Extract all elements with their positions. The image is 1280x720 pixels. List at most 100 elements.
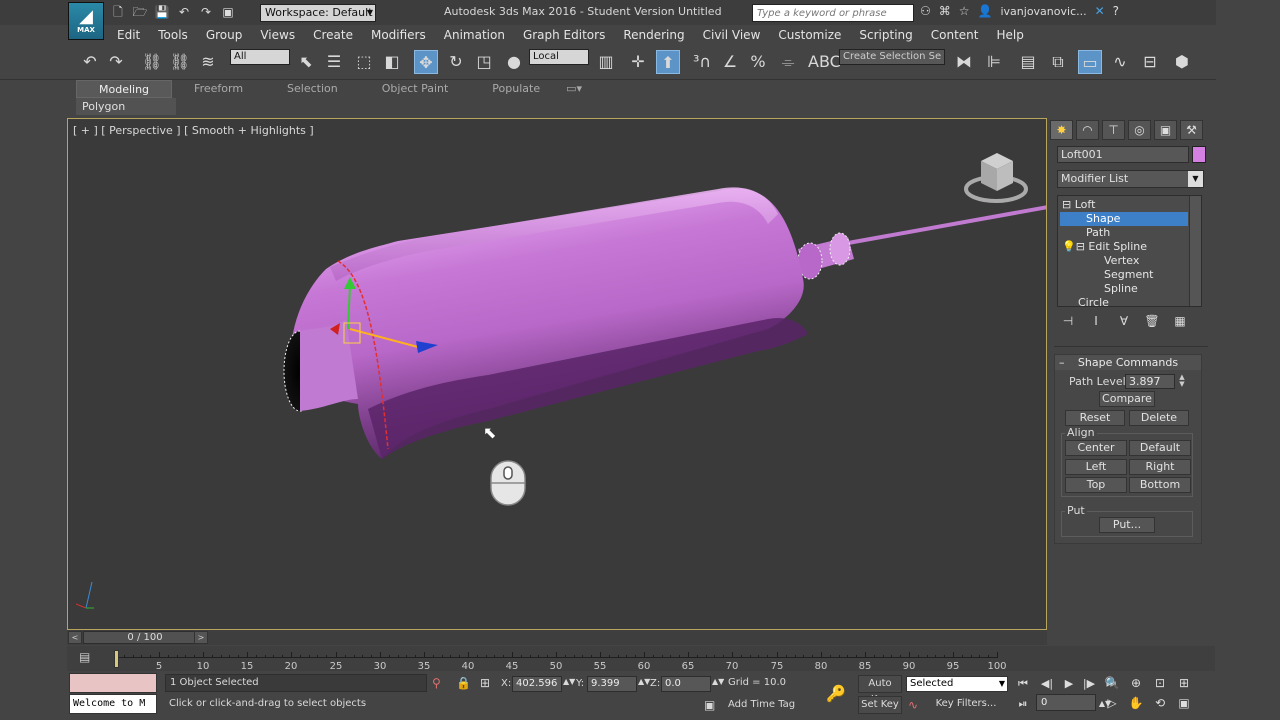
align-left-button[interactable]: Left xyxy=(1065,459,1127,475)
select-by-name-icon[interactable]: ☰ xyxy=(322,50,346,74)
exchange-icon[interactable]: ✕ xyxy=(1095,4,1105,18)
add-time-tag[interactable]: Add Time Tag xyxy=(724,697,814,715)
modifier-list-dropdown[interactable]: Modifier List ▼ xyxy=(1057,170,1204,188)
key-icon[interactable]: 🔑 xyxy=(826,684,846,703)
open-file-icon[interactable]: 🗁 xyxy=(132,4,148,20)
user-icon[interactable]: 👤 xyxy=(978,4,993,18)
use-pivot-icon[interactable]: ▥ xyxy=(594,50,618,74)
spinner-snap-icon[interactable]: ⌯ xyxy=(776,50,800,74)
y-coord-field[interactable]: 9.399 xyxy=(587,676,637,692)
maxscript-listener-output[interactable] xyxy=(69,673,157,693)
orbit-icon[interactable]: ⟲ xyxy=(1150,694,1170,712)
set-key-curve-icon[interactable]: ∿ xyxy=(908,698,918,712)
next-frame-icon[interactable]: |▶ xyxy=(1080,676,1098,692)
zoom-all-icon[interactable]: ⊕ xyxy=(1126,674,1146,692)
stack-item-loft[interactable]: ⊟ Loft xyxy=(1062,198,1190,212)
maxscript-mini-listener[interactable]: Welcome to M xyxy=(69,694,157,714)
workspace-dropdown[interactable]: Workspace: Default ▼ xyxy=(260,4,376,22)
menu-content[interactable]: Content xyxy=(922,26,988,44)
remove-modifier-icon[interactable]: 🗑 xyxy=(1144,314,1160,328)
menu-rendering[interactable]: Rendering xyxy=(614,26,693,44)
align-default-button[interactable]: Default xyxy=(1129,440,1191,456)
redo-icon[interactable]: ↷ xyxy=(104,50,128,74)
star-icon[interactable]: ☆ xyxy=(959,4,970,18)
create-tab-icon[interactable]: ✸ xyxy=(1050,120,1073,140)
reference-coordinate-dropdown[interactable]: Local xyxy=(529,49,589,65)
stack-item-path[interactable]: Path xyxy=(1060,226,1188,240)
layer-manager-icon[interactable]: ▤ xyxy=(1016,50,1040,74)
stack-scrollbar[interactable] xyxy=(1189,196,1201,306)
ribbon-options-icon[interactable]: ▭▾ xyxy=(562,80,586,98)
delete-button[interactable]: Delete xyxy=(1129,410,1189,426)
stack-item-edit-spline[interactable]: 💡⊟ Edit Spline xyxy=(1062,240,1190,254)
go-to-start-icon[interactable]: ⏮ xyxy=(1014,676,1032,692)
zoom-extents-icon[interactable]: ⊡ xyxy=(1150,674,1170,692)
snaps-toggle-icon[interactable]: ³∩ xyxy=(690,50,714,74)
material-editor-icon[interactable]: ⬢ xyxy=(1170,50,1194,74)
set-key-button[interactable]: Set Key xyxy=(858,696,902,714)
align-top-button[interactable]: Top xyxy=(1065,477,1127,493)
select-object-icon[interactable]: ⬉ xyxy=(294,50,318,74)
tab-populate[interactable]: Populate xyxy=(470,80,562,98)
redo-icon[interactable]: ↷ xyxy=(198,4,214,20)
spinner-arrows-icon[interactable]: ▲▼ xyxy=(563,677,575,686)
move-icon[interactable]: ✥ xyxy=(414,50,438,74)
display-tab-icon[interactable]: ▣ xyxy=(1154,120,1177,140)
maximize-viewport-icon[interactable]: ▣ xyxy=(1174,694,1194,712)
named-selection-set-input[interactable]: Create Selection Se xyxy=(839,49,945,65)
tab-object-paint[interactable]: Object Paint xyxy=(360,80,471,98)
menu-create[interactable]: Create xyxy=(304,26,362,44)
align-bottom-button[interactable]: Bottom xyxy=(1129,477,1191,493)
play-icon[interactable]: ▶ xyxy=(1060,676,1078,692)
project-folder-icon[interactable]: ▣ xyxy=(220,4,236,20)
new-file-icon[interactable]: 🗋 xyxy=(110,4,126,20)
field-of-view-icon[interactable]: ▷ xyxy=(1102,694,1122,712)
utilities-tab-icon[interactable]: ⚒ xyxy=(1180,120,1203,140)
modify-tab-icon[interactable]: ◠ xyxy=(1076,120,1099,140)
zoom-extents-all-icon[interactable]: ⊞ xyxy=(1174,674,1194,692)
menu-help[interactable]: Help xyxy=(988,26,1033,44)
edit-named-selection-icon[interactable]: ABC xyxy=(808,50,841,74)
object-name-field[interactable]: Loft001 xyxy=(1057,146,1189,163)
lightbulb-icon[interactable]: 💡 xyxy=(1062,240,1076,253)
motion-tab-icon[interactable]: ◎ xyxy=(1128,120,1151,140)
curve-editor-icon[interactable]: ∿ xyxy=(1108,50,1132,74)
perspective-viewport[interactable]: [ + ] [ Perspective ] [ Smooth + Highlig… xyxy=(67,118,1047,630)
keyboard-shortcut-icon[interactable]: ⬆ xyxy=(656,50,680,74)
undo-icon[interactable]: ↶ xyxy=(78,50,102,74)
ribbon-panel-polygon-modeling[interactable]: Polygon Modeling xyxy=(76,98,176,130)
compare-button[interactable]: Compare xyxy=(1099,391,1155,407)
menu-graph-editors[interactable]: Graph Editors xyxy=(514,26,614,44)
z-coord-field[interactable]: 0.0 xyxy=(661,676,711,692)
chevron-right-icon[interactable]: > xyxy=(194,631,208,644)
x-coord-field[interactable]: 402.596 xyxy=(512,676,562,692)
tab-selection[interactable]: Selection xyxy=(265,80,360,98)
put-button[interactable]: Put... xyxy=(1099,517,1155,533)
menu-tools[interactable]: Tools xyxy=(149,26,197,44)
viewcube[interactable] xyxy=(963,147,1029,207)
bind-space-warp-icon[interactable]: ≋ xyxy=(196,50,220,74)
key-mode-toggle-icon[interactable]: ⏯ xyxy=(1014,696,1032,712)
menu-customize[interactable]: Customize xyxy=(769,26,850,44)
trackbar-current-frame[interactable] xyxy=(114,650,119,668)
binoculars-icon[interactable]: ⚇ xyxy=(920,4,931,18)
menu-scripting[interactable]: Scripting xyxy=(850,26,921,44)
window-crossing-icon[interactable]: ◧ xyxy=(380,50,404,74)
stack-item-segment[interactable]: Segment xyxy=(1060,268,1188,282)
spinner-arrows-icon[interactable]: ▲▼ xyxy=(712,677,724,686)
rectangular-selection-icon[interactable]: ⬚ xyxy=(352,50,376,74)
align-icon[interactable]: ⊫ xyxy=(982,50,1006,74)
trackbar[interactable]: ▤ 5 10 15 20 25 30 35 40 45 50 55 60 65 70 75 80 85 90 95 1… xyxy=(67,646,1215,672)
menu-modifiers[interactable]: Modifiers xyxy=(362,26,435,44)
selection-filter-dropdown[interactable]: All xyxy=(230,49,290,65)
zoom-icon[interactable]: 🔍 xyxy=(1102,674,1122,692)
search-input[interactable]: Type a keyword or phrase xyxy=(752,4,914,22)
unlink-icon[interactable]: ⛓ xyxy=(168,50,192,74)
menu-views[interactable]: Views xyxy=(251,26,304,44)
mirror-icon[interactable]: ⧓ xyxy=(952,50,976,74)
menu-edit[interactable]: Edit xyxy=(108,26,149,44)
spinner-arrows-icon[interactable]: ▲▼ xyxy=(1177,374,1187,389)
tab-freeform[interactable]: Freeform xyxy=(172,80,265,98)
chevron-left-icon[interactable]: < xyxy=(68,631,82,644)
reset-button[interactable]: Reset xyxy=(1065,410,1125,426)
